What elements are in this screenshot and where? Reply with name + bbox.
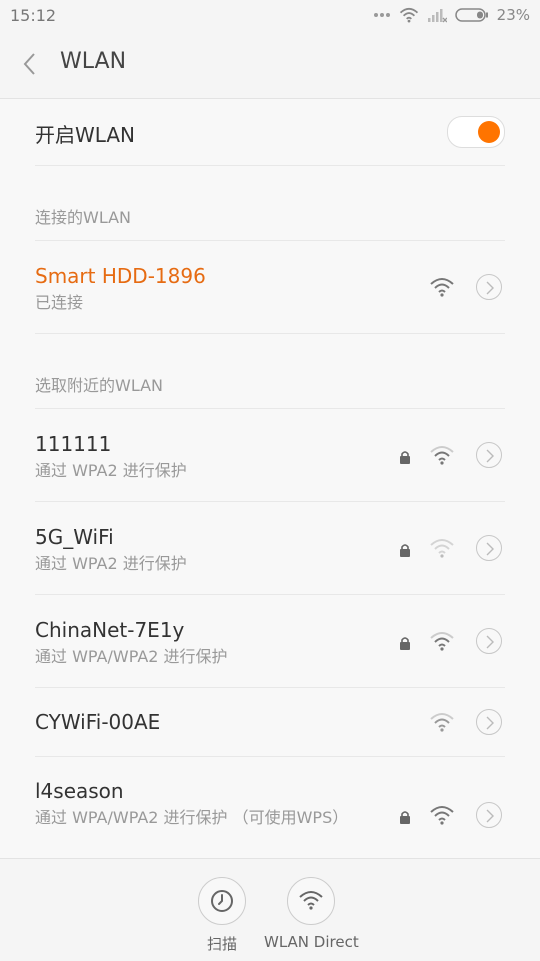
status-icons: 23% bbox=[373, 6, 530, 24]
network-security: 通过 WPA/WPA2 进行保护 （可使用WPS） bbox=[35, 808, 349, 827]
scan-icon bbox=[209, 888, 235, 918]
header: WLAN bbox=[0, 32, 540, 99]
wifi-signal-icon bbox=[429, 538, 455, 558]
wlan-toggle-switch[interactable] bbox=[447, 116, 505, 148]
wlan-toggle-row: 开启WLAN bbox=[35, 98, 505, 166]
network-item[interactable]: 111111 通过 WPA2 进行保护 bbox=[35, 409, 505, 501]
back-button[interactable] bbox=[22, 51, 44, 79]
status-time: 15:12 bbox=[10, 6, 57, 25]
signal-icon bbox=[427, 7, 447, 23]
network-name: ChinaNet-7E1y bbox=[35, 618, 185, 642]
section-connected-label: 连接的WLAN bbox=[35, 208, 132, 227]
bottom-action-bar: 扫描 WLAN Direct bbox=[0, 858, 540, 961]
wlan-direct-button[interactable] bbox=[287, 877, 335, 925]
wifi-signal-icon bbox=[429, 277, 455, 297]
network-item[interactable]: 5G_WiFi 通过 WPA2 进行保护 bbox=[35, 502, 505, 594]
status-bar: 15:12 23% bbox=[0, 0, 540, 32]
wifi-signal-icon bbox=[429, 631, 455, 651]
lock-icon bbox=[399, 809, 411, 824]
wifi-signal-icon bbox=[429, 712, 455, 732]
lock-icon bbox=[399, 635, 411, 650]
wifi-status-icon bbox=[399, 7, 419, 23]
network-name: Smart HDD-1896 bbox=[35, 264, 206, 288]
divider bbox=[35, 333, 505, 334]
network-security: 通过 WPA2 进行保护 bbox=[35, 461, 187, 480]
battery-percent: 23% bbox=[496, 6, 530, 24]
network-item[interactable]: l4season 通过 WPA/WPA2 进行保护 （可使用WPS） bbox=[35, 757, 505, 857]
scan-label: 扫描 bbox=[207, 935, 238, 953]
wifi-signal-icon bbox=[429, 805, 455, 825]
network-security: 通过 WPA2 进行保护 bbox=[35, 554, 187, 573]
connected-network-item[interactable]: Smart HDD-1896 已连接 bbox=[35, 241, 505, 333]
section-nearby-label: 选取附近的WLAN bbox=[35, 376, 164, 395]
wlan-direct-label: WLAN Direct bbox=[264, 933, 359, 951]
wifi-signal-icon bbox=[429, 445, 455, 465]
battery-icon bbox=[454, 8, 489, 22]
chevron-left-icon bbox=[22, 53, 36, 81]
network-detail-button[interactable] bbox=[476, 274, 502, 300]
network-item[interactable]: ChinaNet-7E1y 通过 WPA/WPA2 进行保护 bbox=[35, 595, 505, 687]
more-dots-icon bbox=[373, 12, 391, 18]
network-detail-button[interactable] bbox=[476, 709, 502, 735]
network-detail-button[interactable] bbox=[476, 628, 502, 654]
network-security: 通过 WPA/WPA2 进行保护 bbox=[35, 647, 228, 666]
lock-icon bbox=[399, 542, 411, 557]
network-detail-button[interactable] bbox=[476, 802, 502, 828]
network-name: l4season bbox=[35, 779, 124, 803]
network-name: 111111 bbox=[35, 432, 112, 456]
wifi-direct-icon bbox=[298, 890, 324, 914]
network-status: 已连接 bbox=[35, 293, 84, 312]
network-detail-button[interactable] bbox=[476, 442, 502, 468]
network-name: CYWiFi-00AE bbox=[35, 710, 161, 734]
network-detail-button[interactable] bbox=[476, 535, 502, 561]
scan-button[interactable] bbox=[198, 877, 246, 925]
page-title: WLAN bbox=[60, 49, 127, 74]
wlan-toggle-label: 开启WLAN bbox=[35, 123, 136, 147]
toggle-knob bbox=[478, 121, 500, 143]
network-name: 5G_WiFi bbox=[35, 525, 114, 549]
lock-icon bbox=[399, 449, 411, 464]
network-item[interactable]: CYWiFi-00AE bbox=[35, 688, 505, 756]
